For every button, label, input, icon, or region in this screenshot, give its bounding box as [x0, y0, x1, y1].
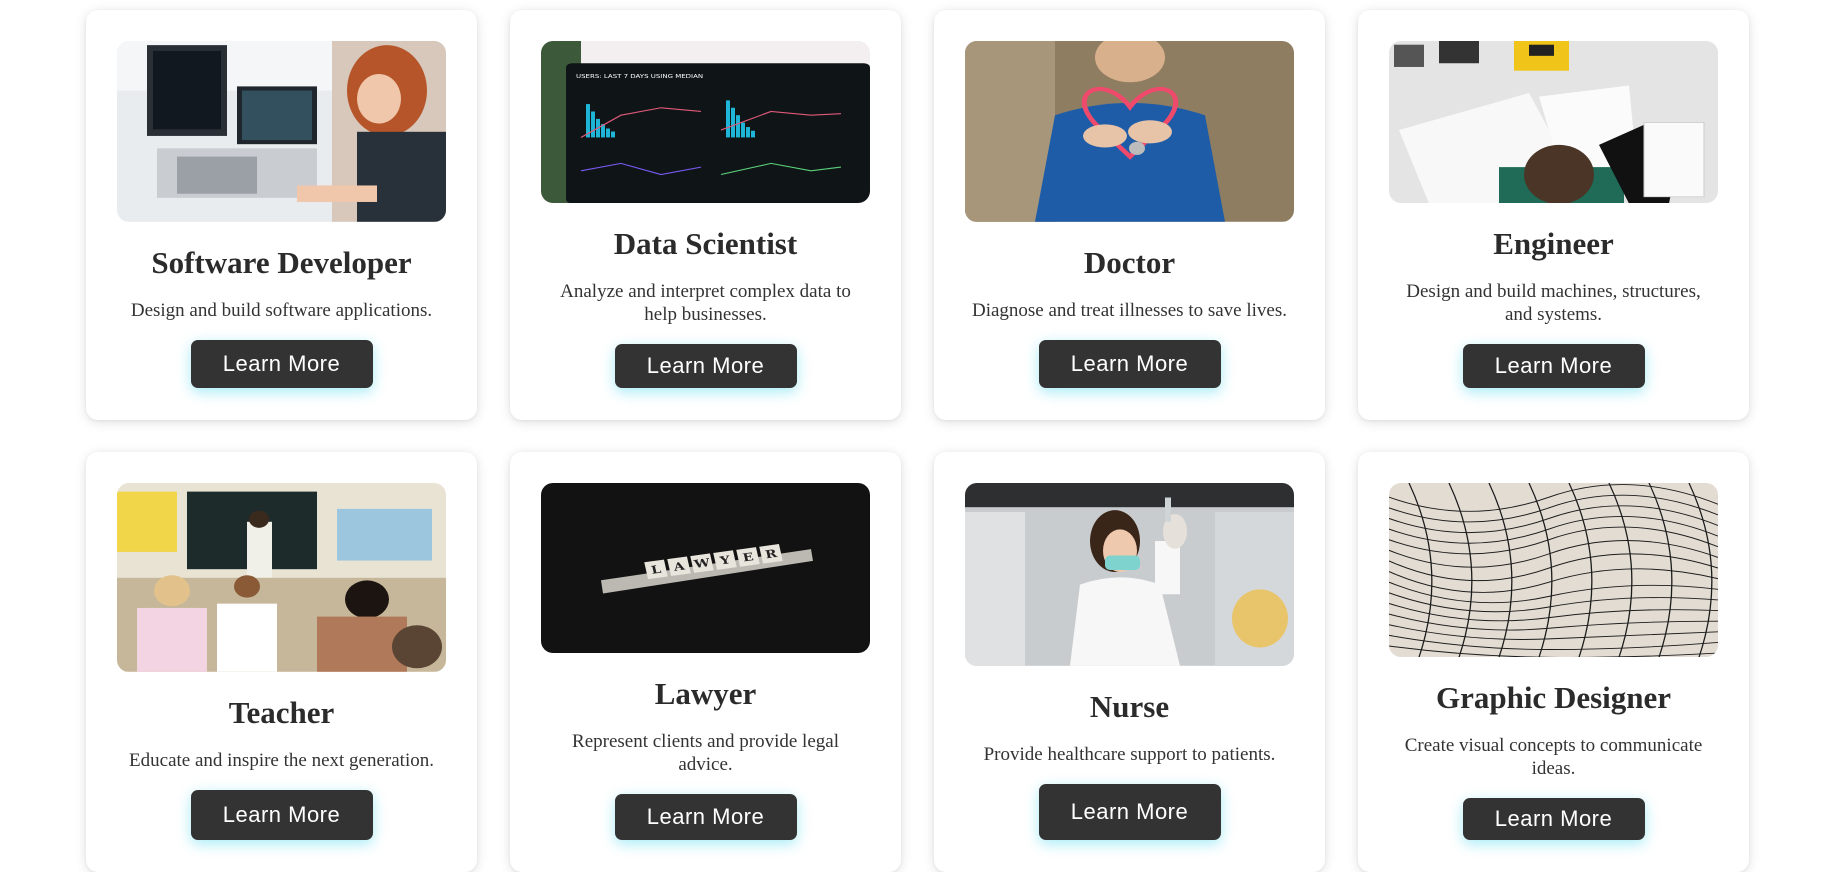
career-card-graphic-designer: Graphic Designer Create visual concepts …	[1358, 452, 1749, 872]
classroom-photo	[117, 483, 446, 672]
career-card-lawyer: L A W Y E R Lawyer Represent clients and…	[510, 452, 901, 872]
learn-more-button[interactable]: Learn More	[1462, 344, 1645, 388]
engineering-drawings-photo	[1389, 41, 1718, 204]
career-description: Analyze and interpret complex data to he…	[560, 281, 851, 326]
career-title: Lawyer	[654, 676, 757, 712]
career-title: Nurse	[1089, 688, 1170, 724]
career-card-doctor: Doctor Diagnose and treat illnesses to s…	[934, 10, 1325, 420]
stethoscope-heart-photo	[965, 41, 1294, 222]
analytics-dashboard-photo: USERS: LAST 7 DAYS USING MEDIAN	[541, 41, 870, 204]
learn-more-button[interactable]: Learn More	[1462, 798, 1645, 840]
learn-more-button[interactable]: Learn More	[1038, 783, 1221, 840]
career-title: Graphic Designer	[1435, 680, 1672, 716]
career-description: Design and build machines, structures, a…	[1406, 281, 1701, 326]
career-description: Create visual concepts to communicate id…	[1404, 735, 1703, 780]
career-title: Data Scientist	[613, 226, 798, 262]
career-grid: Software Developer Design and build soft…	[86, 10, 1749, 872]
office-coding-photo	[117, 41, 446, 222]
career-title: Doctor	[1083, 244, 1176, 280]
career-card-software-developer: Software Developer Design and build soft…	[86, 10, 477, 420]
lawyer-tiles-photo: L A W Y E R	[541, 483, 870, 654]
nurse-lab-photo	[965, 483, 1294, 666]
career-description: Design and build software applications.	[130, 299, 433, 321]
career-title: Teacher	[228, 694, 335, 730]
career-card-data-scientist: USERS: LAST 7 DAYS USING MEDIAN Data Sci…	[510, 10, 901, 420]
career-description: Represent clients and provide legal advi…	[572, 731, 839, 776]
career-title: Software Developer	[151, 244, 412, 280]
dashboard-header-text: USERS: LAST 7 DAYS USING MEDIAN	[576, 74, 703, 80]
abstract-lines-photo	[1389, 483, 1718, 658]
career-card-engineer: Engineer Design and build machines, stru…	[1358, 10, 1749, 420]
career-description: Provide healthcare support to patients.	[983, 743, 1276, 765]
career-description: Educate and inspire the next generation.	[129, 749, 434, 771]
learn-more-button[interactable]: Learn More	[190, 789, 373, 840]
learn-more-button[interactable]: Learn More	[190, 339, 373, 388]
learn-more-button[interactable]: Learn More	[1038, 339, 1221, 388]
learn-more-button[interactable]: Learn More	[614, 794, 797, 840]
career-title: Engineer	[1493, 226, 1614, 262]
career-card-teacher: Teacher Educate and inspire the next gen…	[86, 452, 477, 872]
career-description: Diagnose and treat illnesses to save liv…	[971, 299, 1287, 321]
learn-more-button[interactable]: Learn More	[614, 344, 797, 388]
career-card-nurse: Nurse Provide healthcare support to pati…	[934, 452, 1325, 872]
